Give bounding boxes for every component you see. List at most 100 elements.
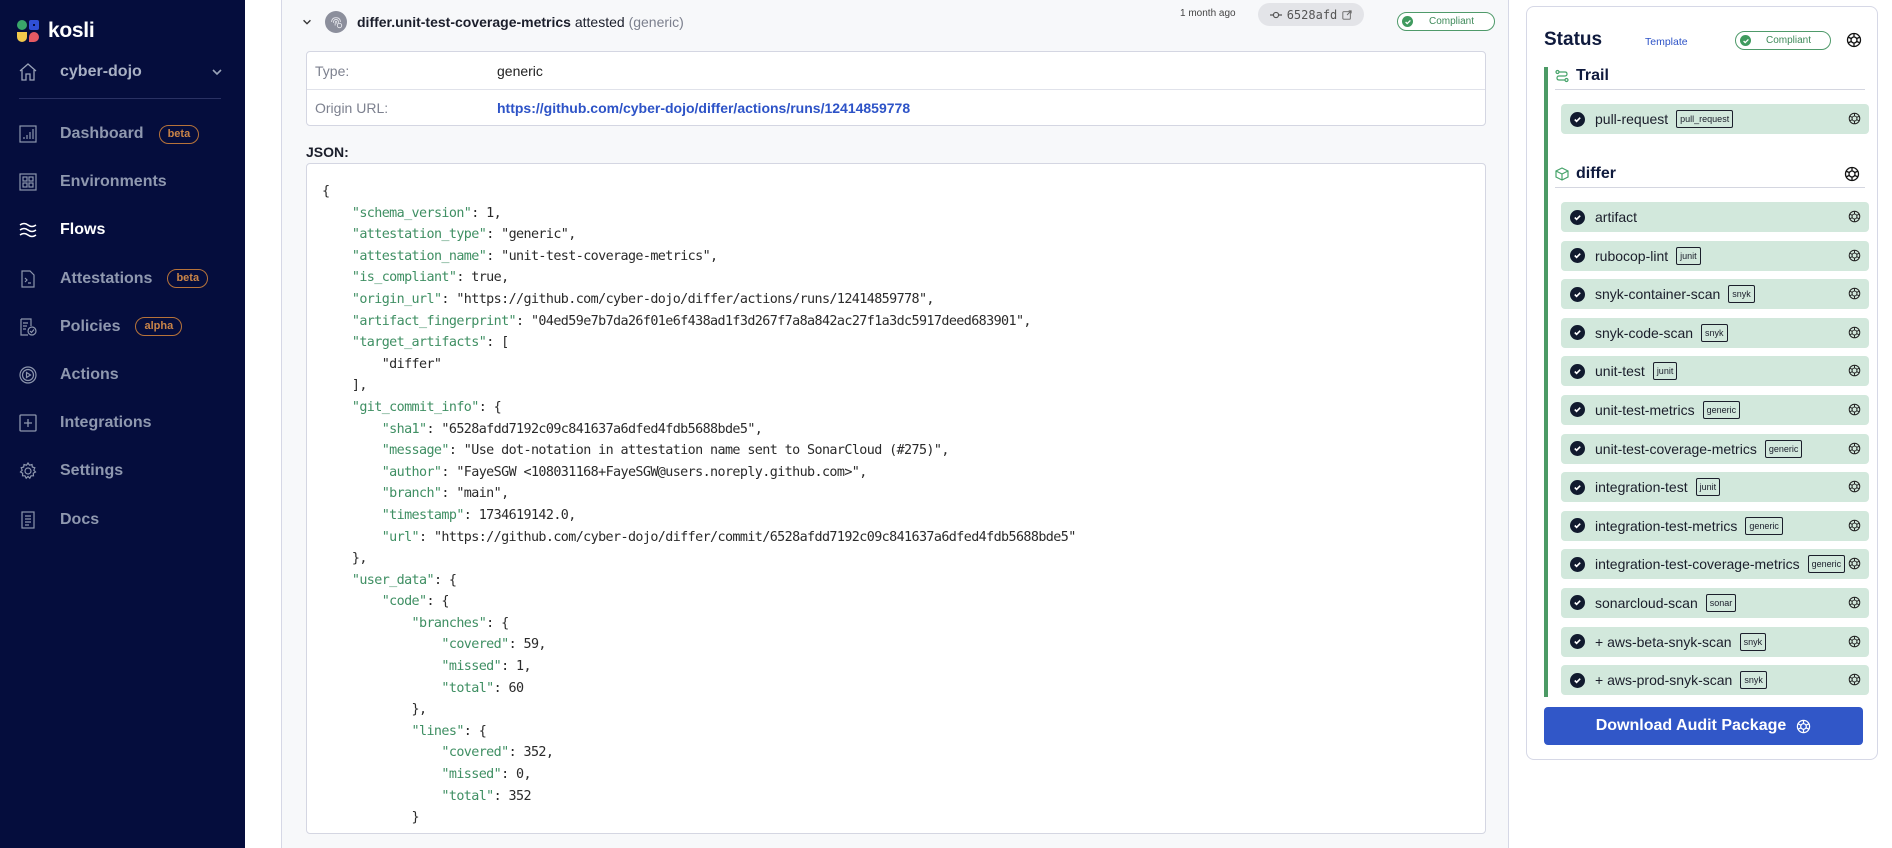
info-row-origin-url: Origin URL: https://github.com/cyber-doj… [307,89,1485,126]
gear-icon [19,462,37,480]
json-key: "schema_version" [351,205,472,221]
sidebar-item-docs[interactable]: Docs [0,496,245,544]
helm-gear-icon[interactable] [1848,557,1861,570]
json-key: "author" [381,464,442,480]
attestation-row[interactable]: + aws-beta-snyk-scan snyk [1561,626,1869,657]
attestation-row[interactable]: pull-request pull_request [1561,104,1869,134]
sidebar-item-label: Settings [60,462,124,480]
json-line: "sha1": "6528afdd7192c09c841637a6dfed4fd… [381,421,763,437]
json-key: "branch" [381,486,442,502]
commit-link[interactable]: 6528afd [1258,3,1364,26]
attestation-name: snyk-code-scan [1595,324,1694,341]
attestation-panel: differ.unit-test-coverage-metrics attest… [281,0,1509,848]
trail-section-header: Trail [1555,62,1865,90]
attestation-row[interactable]: unit-test-coverage-metrics generic [1561,433,1869,464]
attestation-type-tag: snyk [1701,323,1728,342]
attestation-name: snyk-container-scan [1595,286,1721,303]
json-viewer[interactable]: { "schema_version": 1, "attestation_type… [306,163,1486,834]
json-key: "attestation_name" [351,248,487,264]
helm-gear-icon[interactable] [1848,635,1861,648]
attestation-row[interactable]: integration-test-metrics generic [1561,510,1869,541]
attestation-row[interactable]: rubocop-lint junit [1561,240,1869,271]
attestation-name: artifact [1595,209,1638,225]
json-key: "is_compliant" [351,270,457,286]
helm-gear-icon[interactable] [1848,403,1861,416]
helm-gear-icon[interactable] [1848,673,1861,686]
attestation-type-tag: junit [1652,362,1678,381]
attestation-row[interactable]: unit-test junit [1561,356,1869,387]
json-key: "covered" [441,745,509,761]
chart-icon [19,125,37,143]
attestation-name: unit-test [1595,363,1645,380]
sidebar-item-flows[interactable]: Flows [0,206,245,254]
json-line: "timestamp": 1734619142.0, [381,507,577,523]
helm-gear-icon[interactable] [1848,287,1861,300]
json-line: "code": { [381,594,450,610]
logo[interactable]: kosli [17,19,95,43]
sidebar-item-attestations[interactable]: Attestations beta [0,255,245,303]
sidebar-item-dashboard[interactable]: Dashboard beta [0,110,245,158]
fingerprint-icon [325,11,347,33]
json-line: "author": "FayeSGW <108031168+FayeSGW@us… [381,464,868,480]
artifact-section-header: differ [1555,160,1865,188]
helm-gear-icon[interactable] [1844,166,1860,182]
json-key: "timestamp" [381,507,465,523]
attestation-name: unit-test-coverage-metrics [1595,440,1757,457]
attestation-row[interactable]: artifact [1561,202,1869,232]
sidebar-item-settings[interactable]: Settings [0,447,245,495]
sidebar-item-actions[interactable]: Actions [0,351,245,399]
terminal-file-icon [21,270,35,288]
helm-gear-icon[interactable] [1848,364,1861,377]
json-key: "url" [381,529,420,545]
org-selector[interactable]: cyber-dojo [18,58,224,86]
helm-gear-icon[interactable] [1848,210,1861,223]
beta-badge: beta [158,124,200,144]
json-key: "lines" [411,723,465,739]
attestation-row[interactable]: sonarcloud-scan sonar [1561,587,1869,618]
helm-gear-icon[interactable] [1848,326,1861,339]
info-key: Type: [315,62,350,79]
chevron-down-icon[interactable] [300,15,314,29]
helm-gear-icon[interactable] [1848,596,1861,609]
helm-gear-icon[interactable] [1848,249,1861,262]
sidebar-item-environments[interactable]: Environments [0,158,245,206]
json-key: "covered" [441,637,509,653]
helm-gear-icon[interactable] [1848,519,1861,532]
json-line: "is_compliant": true, [351,270,509,286]
attestation-type: (generic) [628,14,684,30]
json-key: "sha1" [381,421,427,437]
kosli-logo-icon [17,19,40,43]
plus-square-icon [19,414,37,432]
sidebar-item-integrations[interactable]: Integrations [0,399,245,447]
sidebar-item-policies[interactable]: Policies alpha [0,303,245,351]
json-line: ], [351,378,368,394]
attestation-row[interactable]: integration-test-coverage-metrics generic [1561,549,1869,580]
attestation-type-tag: snyk [1739,632,1767,651]
json-line: "total": 352 [441,788,531,804]
attestation-row[interactable]: unit-test-metrics generic [1561,394,1869,425]
helm-gear-icon[interactable] [1846,32,1862,48]
origin-url-link[interactable]: https://github.com/cyber-dojo/differ/act… [497,100,910,116]
template-link[interactable]: Template [1645,36,1688,48]
attestation-type-tag: generic [1745,516,1783,535]
json-key: "total" [441,788,494,804]
attestation-type-tag: junit [1695,478,1721,497]
check-circle-icon [1570,325,1585,341]
json-line: "url": "https://github.com/cyber-dojo/di… [381,529,1077,545]
helm-gear-icon[interactable] [1848,442,1861,455]
check-circle-icon [1570,111,1585,127]
attestation-row[interactable]: snyk-code-scan snyk [1561,317,1869,348]
play-circle-icon [19,366,37,384]
helm-gear-icon[interactable] [1848,480,1861,493]
attestation-row[interactable]: snyk-container-scan snyk [1561,279,1869,310]
attestation-type-tag: sonar [1705,593,1737,612]
attestation-row[interactable]: + aws-prod-snyk-scan snyk [1561,665,1869,696]
attestation-row[interactable]: integration-test junit [1561,472,1869,503]
helm-gear-icon[interactable] [1848,112,1861,125]
download-audit-package-button[interactable]: Download Audit Package [1544,707,1863,745]
attestation-type-tag: junit [1676,246,1701,265]
trail-icon [1555,69,1569,82]
json-line: { [322,184,330,199]
json-line: "artifact_fingerprint": "04ed59e7b7da26f… [351,313,1032,329]
json-line: }, [411,702,428,718]
